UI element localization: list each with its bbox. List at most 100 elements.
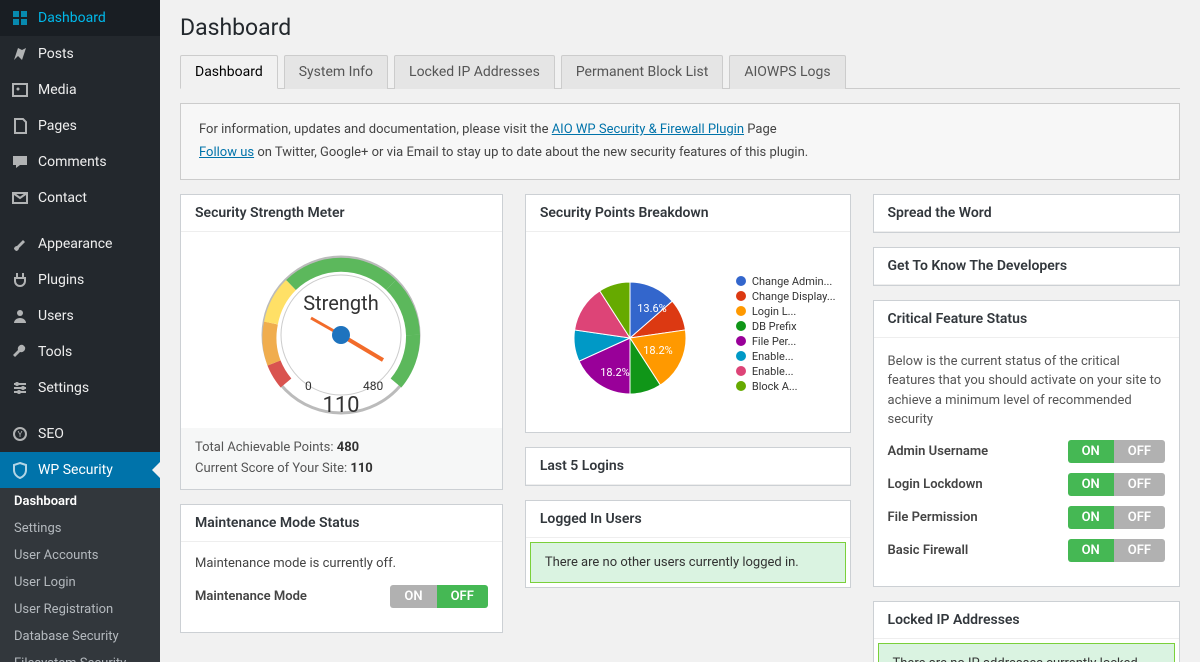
legend-swatch (736, 276, 746, 286)
feature-toggle[interactable]: ONOFF (1068, 440, 1165, 463)
locked-ips-alert: There are no IP addresses currently lock… (878, 643, 1175, 662)
box-heading: Get To Know The Developers (874, 248, 1179, 285)
admin-sidebar: Dashboard Posts Media Pages Comments Contact A… (0, 0, 160, 662)
notice-text: on Twitter, Google+ or via Email to stay… (257, 145, 808, 160)
plugin-link[interactable]: AIO WP Security & Firewall Plugin (552, 122, 744, 137)
svg-text:Y: Y (18, 430, 23, 439)
sidebar-item-seo[interactable]: YSEO (0, 416, 160, 452)
maintenance-status-text: Maintenance mode is currently off. (195, 556, 488, 571)
feature-label: Basic Firewall (888, 543, 969, 558)
sidebar-item-tools[interactable]: Tools (0, 334, 160, 370)
feature-toggle[interactable]: ONOFF (1068, 539, 1165, 562)
sidebar-item-comments[interactable]: Comments (0, 144, 160, 180)
maintenance-box: Maintenance Mode Status Maintenance mode… (180, 504, 503, 633)
main-content: Dashboard DashboardSystem InfoLocked IP … (160, 0, 1200, 662)
legend-label: Change Display... (752, 290, 836, 303)
sidebar-item-label: Dashboard (38, 10, 106, 26)
feature-toggle[interactable]: ONOFF (1068, 506, 1165, 529)
legend-label: Change Admin... (752, 275, 833, 288)
locked-ips-box: Locked IP Addresses There are no IP addr… (873, 601, 1180, 662)
tab-locked-ip-addresses[interactable]: Locked IP Addresses (394, 55, 555, 89)
user-icon (10, 306, 30, 326)
shield-icon (10, 460, 30, 480)
tab-permanent-block-list[interactable]: Permanent Block List (561, 55, 724, 89)
mail-icon (10, 188, 30, 208)
legend-swatch (736, 291, 746, 301)
gauge-footer: Total Achievable Points: 480 Current Sco… (181, 428, 502, 490)
toggle-off: OFF (1114, 506, 1165, 529)
critical-box: Critical Feature Status Below is the cur… (873, 300, 1180, 587)
sidebar-item-appearance[interactable]: Appearance (0, 226, 160, 262)
submenu-item-settings[interactable]: Settings (0, 515, 160, 542)
info-notice: For information, updates and documentati… (180, 103, 1180, 180)
legend-item: Enable... (736, 365, 836, 378)
toggle-on: ON (1068, 440, 1114, 463)
legend-item: File Per... (736, 335, 836, 348)
spread-box: Spread the Word (873, 194, 1180, 233)
seo-icon: Y (10, 424, 30, 444)
submenu-item-user-login[interactable]: User Login (0, 569, 160, 596)
legend-item: Change Admin... (736, 275, 836, 288)
pin-icon (10, 44, 30, 64)
media-icon (10, 80, 30, 100)
sidebar-item-pages[interactable]: Pages (0, 108, 160, 144)
plug-icon (10, 270, 30, 290)
svg-text:13.6%: 13.6% (637, 302, 667, 315)
box-heading: Logged In Users (526, 501, 850, 538)
box-heading: Critical Feature Status (874, 301, 1179, 338)
gauge-chart: Strength 0 480 110 (241, 240, 441, 420)
submenu-item-database-security[interactable]: Database Security (0, 623, 160, 650)
tab-system-info[interactable]: System Info (284, 55, 388, 89)
sidebar-item-settings[interactable]: Settings (0, 370, 160, 406)
strength-meter-box: Security Strength Meter (180, 194, 503, 491)
sidebar-item-users[interactable]: Users (0, 298, 160, 334)
legend-item: Login L... (736, 305, 836, 318)
toggle-off: OFF (1114, 539, 1165, 562)
submenu-item-dashboard[interactable]: Dashboard (0, 488, 160, 515)
feature-row: Admin UsernameONOFF (888, 440, 1165, 463)
submenu-item-filesystem-security[interactable]: Filesystem Security (0, 650, 160, 662)
tabs: DashboardSystem InfoLocked IP AddressesP… (180, 55, 1180, 89)
page-title: Dashboard (180, 14, 1180, 41)
box-heading: Maintenance Mode Status (181, 505, 502, 542)
tab-dashboard[interactable]: Dashboard (180, 55, 278, 89)
legend-item: DB Prefix (736, 320, 836, 333)
submenu-item-user-registration[interactable]: User Registration (0, 596, 160, 623)
sidebar-item-label: Media (38, 82, 77, 98)
value: 480 (337, 440, 359, 455)
wrench-icon (10, 342, 30, 362)
pie-legend: Change Admin... Change Display... Login L.… (736, 273, 836, 395)
gauge-label: Strength (304, 291, 379, 315)
sidebar-item-posts[interactable]: Posts (0, 36, 160, 72)
sidebar-item-dashboard[interactable]: Dashboard (0, 0, 160, 36)
submenu-item-user-accounts[interactable]: User Accounts (0, 542, 160, 569)
gauge-value: 110 (323, 393, 360, 418)
sidebar-item-contact[interactable]: Contact (0, 180, 160, 216)
sidebar-item-label: Comments (38, 154, 107, 170)
label: Current Score of Your Site: (195, 461, 350, 476)
tab-aiowps-logs[interactable]: AIOWPS Logs (729, 55, 845, 89)
feature-toggle[interactable]: ONOFF (1068, 473, 1165, 496)
maintenance-toggle[interactable]: ON OFF (390, 585, 487, 608)
legend-swatch (736, 336, 746, 346)
box-heading: Spread the Word (874, 195, 1179, 232)
legend-label: Block A... (752, 380, 798, 393)
maintenance-label: Maintenance Mode (195, 589, 307, 604)
toggle-on: ON (1068, 506, 1114, 529)
gauge-max: 480 (363, 379, 383, 393)
sidebar-item-label: Settings (38, 380, 89, 396)
box-heading: Last 5 Logins (526, 448, 850, 485)
follow-link[interactable]: Follow us (199, 145, 254, 160)
comment-icon (10, 152, 30, 172)
sidebar-item-media[interactable]: Media (0, 72, 160, 108)
breakdown-box: Security Points Breakdown 13.6%18.2%18.2… (525, 194, 851, 433)
toggle-off: OFF (1114, 440, 1165, 463)
sidebar-item-label: WP Security (38, 462, 113, 478)
sidebar-item-wp-security[interactable]: WP Security (0, 452, 160, 488)
label: Total Achievable Points: (195, 440, 337, 455)
sidebar-item-plugins[interactable]: Plugins (0, 262, 160, 298)
pie-chart: 13.6%18.2%18.2% (540, 254, 720, 414)
legend-item: Enable... (736, 350, 836, 363)
legend-label: Enable... (752, 350, 794, 363)
legend-swatch (736, 381, 746, 391)
